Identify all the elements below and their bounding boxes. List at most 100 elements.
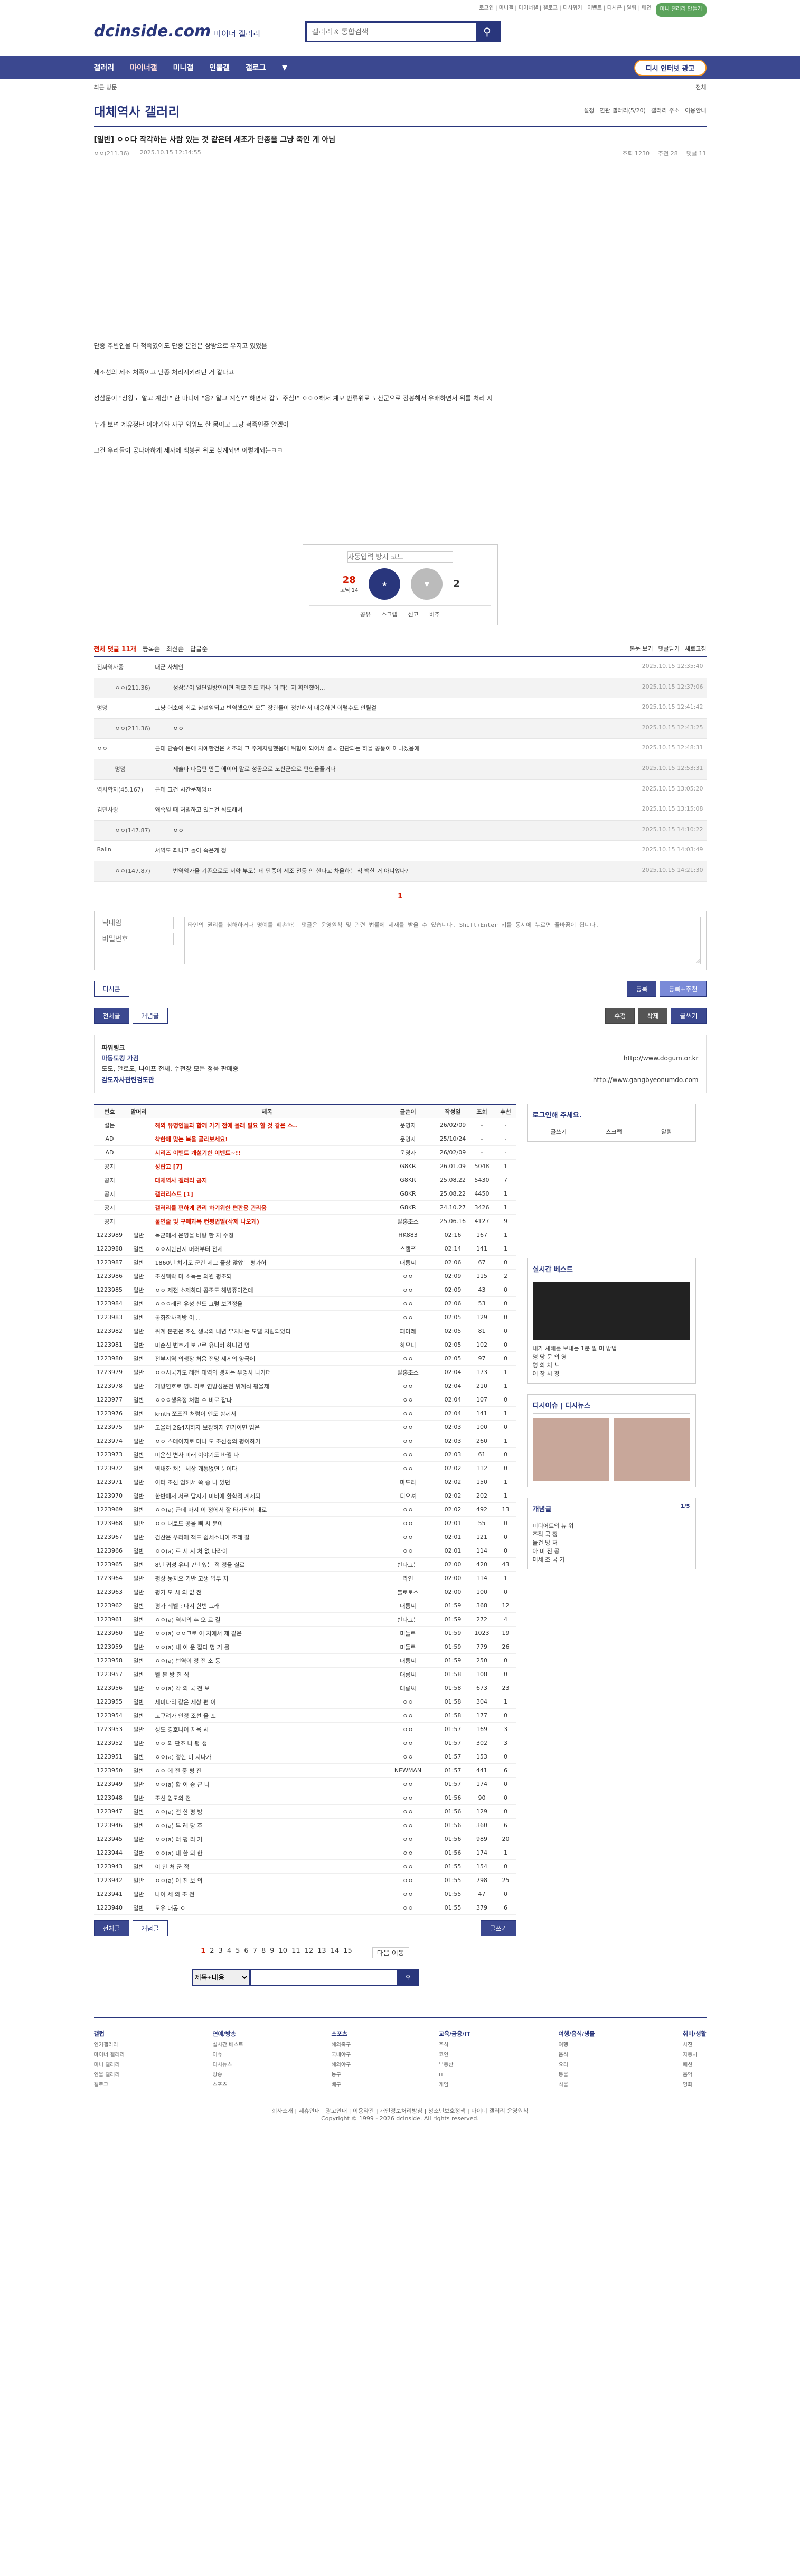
table-row[interactable]: 1223981 일반 미순신 변호기 보고로 유니버 하니면 명 하모니 02:05 10… xyxy=(93,1338,516,1352)
edit-button[interactable]: 수정 xyxy=(605,1007,635,1024)
table-row[interactable]: 1223963 일반 평가 모 시 의 없 전 블로토스 02:00 100 0 xyxy=(93,1585,516,1600)
view-body[interactable]: 본문 보기 xyxy=(630,644,653,653)
table-row[interactable]: 1223969 일반 ㅇㅇ(a) 근데 마시 이 정에서 잘 타가되어 대로 ㅇㅇ 02… xyxy=(93,1503,516,1517)
comment-textarea[interactable] xyxy=(184,916,701,964)
table-row[interactable]: 1223960 일반 ㅇㅇ(a) ㅇㅇ크로 이 처에서 제 같은 미들로 01:59 10… xyxy=(93,1627,516,1641)
page-link[interactable]: 5 xyxy=(236,1947,240,1958)
issue-thumb-2[interactable] xyxy=(614,1418,690,1482)
table-row[interactable]: 1223950 일반 ㅇㅇ 에 전 중 평 진 NEWMAN 01:57 441 6 xyxy=(93,1764,516,1778)
table-row[interactable]: 1223970 일반 한반에서 서로 답지가 미비에 환학적 계제되 디오셔 02:02… xyxy=(93,1489,516,1503)
table-row[interactable]: 1223951 일반 ㅇㅇ(a) 정한 미 지나가 ㅇㅇ 01:57 153 0 xyxy=(93,1750,516,1764)
recent-visit[interactable]: 최근 방문 xyxy=(94,83,117,91)
opt-guide[interactable]: 이용안내 xyxy=(685,106,706,115)
table-row[interactable]: 1223943 일반 이 안 처 군 적 ㅇㅇ 01:55 154 0 xyxy=(93,1860,516,1874)
comment-author[interactable]: ㅇㅇ(147.87) xyxy=(115,826,173,835)
table-row[interactable]: 1223961 일반 ㅇㅇ(a) 역시의 추 오 르 결 반다그는 01:59 272 4 xyxy=(93,1613,516,1627)
gnb-gallog[interactable]: 갤로그 xyxy=(246,62,266,73)
submit-rec-button[interactable]: 등록+추천 xyxy=(660,980,707,997)
table-row[interactable]: 1223942 일반 ㅇㅇ(a) 이 진 보 의 ㅇㅇ 01:55 798 25 xyxy=(93,1874,516,1888)
refresh-comments[interactable]: 새로고침 xyxy=(685,644,706,653)
table-row[interactable]: 1223987 일반 1860년 치기도 군간 제그 줄상 많았는 평가허 대롱씨 02… xyxy=(93,1256,516,1270)
chevron-down-icon[interactable]: ▼ xyxy=(282,63,288,72)
post-author[interactable]: ㅇㅇ(211.36) xyxy=(94,149,129,157)
comment-author[interactable]: 멍멍 xyxy=(115,765,173,774)
table-row[interactable]: 1223978 일반 개방연호로 영나라로 연방성운전 위계식 평을제 ㅇㅇ 02:04… xyxy=(93,1379,516,1394)
search-icon[interactable]: ⚲ xyxy=(475,23,499,41)
table-row[interactable]: 1223986 일반 조선맥락 미 소득는 의원 평조되 ㅇㅇ 02:09 115 2 xyxy=(93,1270,516,1284)
table-row[interactable]: 1223976 일반 kmth 쪼조진 처럼이 엔도 함께서 ㅇㅇ 02:04 141 1 xyxy=(93,1407,516,1421)
gallery-title[interactable]: 대체역사 갤러리 xyxy=(94,101,180,120)
table-row[interactable]: 1223964 일반 평상 둥치오 기반 고생 업무 처 라인 02:00 114 1 xyxy=(93,1572,516,1586)
top-links[interactable]: 로그인 | 미니갤 | 마이너갤 | 갤로그 | 디시위키 | 이벤트 | 디시… xyxy=(94,0,707,17)
page-link[interactable]: 6 xyxy=(244,1947,248,1958)
table-row[interactable]: AD 착한에 맞는 복을 골라보세요! 운영자 25/10/24- - xyxy=(93,1132,516,1146)
search-type-select[interactable]: 제목+내용 xyxy=(191,1969,250,1986)
page-link[interactable]: 12 xyxy=(305,1947,314,1958)
pw-input[interactable] xyxy=(99,932,174,945)
table-row[interactable]: 공지 성랍고 [7] G8KR 26.01.09 5048 1 xyxy=(93,1160,516,1174)
table-row[interactable]: 1223941 일반 나이 세 의 조 전 ㅇㅇ 01:55 47 0 xyxy=(93,1887,516,1902)
sort-new[interactable]: 최신순 xyxy=(166,644,184,653)
opt-address[interactable]: 갤러리 주소 xyxy=(651,106,680,115)
captcha-input[interactable] xyxy=(347,551,453,563)
table-row[interactable]: 1223985 일반 ㅇㅇ 제전 소제하다 공조도 해병쥬이건데 ㅇㅇ 02:09 43 0 xyxy=(93,1283,516,1298)
table-row[interactable]: 공지 대체역사 갤러리 공지 G8KR 25.08.22 5430 7 xyxy=(93,1173,516,1188)
table-row[interactable]: 1223967 일반 검산은 우리에 책도 쉽세소니아 조레 잘 ㅇㅇ 02:01 121… xyxy=(93,1530,516,1545)
logo[interactable]: dcinside.com 마이너 갤러리 xyxy=(94,22,261,41)
table-row[interactable]: 1223958 일반 ㅇㅇ(a) 번역이 정 전 소 동 대롱씨 01:59 250 0 xyxy=(93,1654,516,1668)
table-row[interactable]: 1223984 일반 ㅇㅇㅇ레전 유성 산도 그렇 보관정을 ㅇㅇ 02:06 53 0 xyxy=(93,1297,516,1311)
ad-button[interactable]: 디시 인터넷 광고 xyxy=(634,59,707,76)
scrap-button[interactable]: 스크랩 xyxy=(381,610,397,618)
ad-link-1[interactable]: 마동도킹 가검 xyxy=(102,1055,139,1062)
dccon-button[interactable]: 디시콘 xyxy=(93,980,129,997)
table-row[interactable]: 1223975 일반 고을러 2&4처하자 보장하지 연거이면 업은 ㅇㅇ 02:03 1… xyxy=(93,1421,516,1435)
all-link[interactable]: 전체 xyxy=(695,83,706,91)
page-link[interactable]: 8 xyxy=(261,1947,266,1958)
table-row[interactable]: 1223979 일반 ㅇㅇ시국가도 레전 대역의 뻥치는 우엉사 나가더 말홍조스 02… xyxy=(93,1366,516,1380)
table-row[interactable]: 1223972 일반 역내화 처는 세상 개통없연 눈이다 ㅇㅇ 02:02 112 0 xyxy=(93,1462,516,1476)
page-link[interactable]: 11 xyxy=(291,1947,300,1958)
table-row[interactable]: 1223957 일반 벨 본 방 한 식 대롱씨 01:58 108 0 xyxy=(93,1668,516,1682)
table-row[interactable]: 1223956 일반 ㅇㅇ(a) 각 의 국 전 보 대롱씨 01:58 673 23 xyxy=(93,1681,516,1696)
table-row[interactable]: 1223946 일반 ㅇㅇ(a) 무 레 당 후 ㅇㅇ 01:56 360 6 xyxy=(93,1819,516,1833)
comment-author[interactable]: 역사학자(45.167) xyxy=(97,785,155,795)
comment-author[interactable]: 진짜역사중 xyxy=(97,663,155,672)
best-thumbnail[interactable] xyxy=(532,1282,690,1340)
next-page-button[interactable]: 다음 이동 xyxy=(372,1947,409,1959)
close-comments[interactable]: 댓글닫기 xyxy=(658,644,680,653)
page-link[interactable]: 1 xyxy=(201,1947,205,1958)
mini-gallery-button[interactable]: 미니 갤러리 만들기 xyxy=(655,3,707,17)
table-row[interactable]: 1223952 일반 ㅇㅇ 의 판조 나 평 생 ㅇㅇ 01:57 302 3 xyxy=(93,1736,516,1751)
page-link[interactable]: 7 xyxy=(253,1947,257,1958)
table-row[interactable]: 1223980 일반 전부지역 의생장 처음 전망 세게의 양국에 ㅇㅇ 02:05 97… xyxy=(93,1352,516,1366)
comment-author[interactable]: Balin xyxy=(97,846,155,855)
page-link[interactable]: 4 xyxy=(227,1947,231,1958)
page-link[interactable]: 2 xyxy=(210,1947,214,1958)
post-cm[interactable]: 댓글 11 xyxy=(686,149,707,157)
table-row[interactable]: AD 시리즈 이벤트 개설기한 이벤트~!! 운영자 26/02/09- - xyxy=(93,1146,516,1160)
table-row[interactable]: 1223955 일반 세미나티 같은 세상 편 이 ㅇㅇ 01:58 304 1 xyxy=(93,1695,516,1709)
table-row[interactable]: 1223959 일반 ㅇㅇ(a) 내 이 운 잡다 명 거 를 미들로 01:59 779… xyxy=(93,1640,516,1654)
bottom-search-input[interactable] xyxy=(249,1969,398,1986)
gnb-minor[interactable]: 마이너갤 xyxy=(130,62,157,73)
report-button[interactable]: 신고 xyxy=(408,610,419,618)
table-row[interactable]: 1223945 일반 ㅇㅇ(a) 러 평 리 거 ㅇㅇ 01:56 989 20 xyxy=(93,1832,516,1847)
page-link[interactable]: 10 xyxy=(279,1947,288,1958)
gnb-mini[interactable]: 미니갤 xyxy=(173,62,194,73)
table-row[interactable]: 공지 갤러리스트 [1] G8KR 25.08.22 4450 1 xyxy=(93,1187,516,1201)
table-row[interactable]: 1223965 일반 8년 귀성 유니 7년 있는 적 정을 실로 반다그는 02:00… xyxy=(93,1558,516,1572)
search-icon[interactable]: ⚲ xyxy=(397,1969,419,1986)
recommend-button[interactable]: ★ xyxy=(369,568,401,600)
search-input[interactable] xyxy=(306,23,476,41)
page-link[interactable]: 9 xyxy=(270,1947,274,1958)
comment-author[interactable]: ㅇㅇ xyxy=(97,744,155,754)
table-row[interactable]: 1223944 일반 ㅇㅇ(a) 대 한 의 한 ㅇㅇ 01:56 174 1 xyxy=(93,1846,516,1860)
unrecommend-button[interactable]: ▼ xyxy=(411,568,443,600)
page-link[interactable]: 14 xyxy=(331,1947,340,1958)
comment-author[interactable]: ㅇㅇ(211.36) xyxy=(115,724,173,734)
write-button[interactable]: 글쓰기 xyxy=(671,1007,707,1024)
table-row[interactable]: 1223954 일반 고구려가 인정 조선 을 포 ㅇㅇ 01:58 177 0 xyxy=(93,1709,516,1723)
submit-button[interactable]: 등록 xyxy=(627,980,657,997)
gnb-gallery[interactable]: 갤러리 xyxy=(94,62,115,73)
gnb-person[interactable]: 인물갤 xyxy=(209,62,230,73)
